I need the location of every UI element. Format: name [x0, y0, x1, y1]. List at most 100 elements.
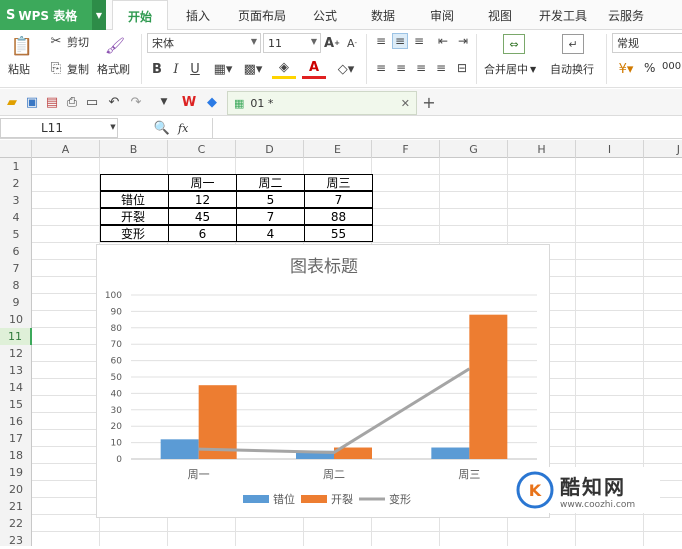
underline-icon[interactable]: U: [188, 60, 202, 78]
row-header[interactable]: 15: [0, 396, 32, 413]
merge-center-button[interactable]: 合并居中 ▼: [484, 61, 536, 77]
paste-icon[interactable]: 📋: [10, 34, 34, 58]
table-header[interactable]: 周一: [168, 174, 237, 191]
table-cell[interactable]: 45: [168, 208, 237, 225]
fill-color-icon[interactable]: ◈: [272, 59, 296, 79]
scissors-icon[interactable]: ✂: [48, 33, 64, 49]
row-header[interactable]: 13: [0, 362, 32, 379]
row-header-active[interactable]: 11: [0, 328, 32, 345]
bar-错位[interactable]: [431, 447, 470, 459]
format-painter-button[interactable]: 格式刷: [97, 61, 130, 77]
row-header[interactable]: 4: [0, 209, 32, 226]
column-header[interactable]: B: [100, 140, 168, 158]
chevron-down-icon[interactable]: ▼: [108, 122, 118, 132]
outdent-icon[interactable]: ⇤: [436, 34, 450, 48]
cut-button[interactable]: 剪切: [67, 34, 89, 50]
font-color-icon[interactable]: A: [302, 59, 326, 79]
distribute-icon[interactable]: ⊟: [454, 61, 470, 75]
row-header[interactable]: 7: [0, 260, 32, 277]
table-cell[interactable]: 7: [304, 191, 373, 208]
row-header[interactable]: 8: [0, 277, 32, 294]
document-tab[interactable]: ▦ 01 * ✕: [227, 91, 417, 115]
open-folder-icon[interactable]: ▰: [4, 94, 20, 110]
undo-icon[interactable]: ↶: [106, 94, 122, 110]
column-header[interactable]: E: [304, 140, 372, 158]
clear-format-icon[interactable]: ◇▾: [334, 60, 358, 78]
close-icon[interactable]: ✕: [401, 97, 410, 110]
tab-developer[interactable]: 开发工具: [539, 0, 587, 30]
align-center-icon[interactable]: ≡: [394, 61, 408, 75]
row-header[interactable]: 5: [0, 226, 32, 243]
column-header[interactable]: D: [236, 140, 304, 158]
bar-开裂[interactable]: [469, 314, 508, 459]
row-header[interactable]: 10: [0, 311, 32, 328]
new-tab-icon[interactable]: +: [420, 93, 438, 112]
tab-page-layout[interactable]: 页面布局: [238, 0, 286, 30]
formula-input[interactable]: [212, 118, 682, 138]
column-header[interactable]: I: [576, 140, 644, 158]
bold-icon[interactable]: B: [150, 60, 164, 78]
row-header[interactable]: 21: [0, 498, 32, 515]
table-cell[interactable]: 88: [304, 208, 373, 225]
table-cell[interactable]: 55: [304, 225, 373, 242]
wrap-text-icon[interactable]: ↵: [562, 34, 584, 54]
export-pdf-icon[interactable]: ▤: [44, 94, 60, 110]
italic-icon[interactable]: I: [169, 60, 183, 78]
row-header[interactable]: 14: [0, 379, 32, 396]
indent-icon[interactable]: ⇥: [456, 34, 470, 48]
grow-font-icon[interactable]: A +: [324, 34, 340, 52]
tab-insert[interactable]: 插入: [186, 0, 210, 30]
shrink-font-icon[interactable]: A-: [344, 34, 360, 52]
wps-cloud-icon[interactable]: W: [180, 94, 198, 110]
row-header[interactable]: 23: [0, 532, 32, 549]
currency-format-icon[interactable]: ¥▾: [614, 60, 638, 78]
select-all-corner[interactable]: [0, 140, 32, 158]
table-cell[interactable]: 7: [236, 208, 305, 225]
insert-function-button[interactable]: fx: [178, 119, 188, 137]
copy-icon[interactable]: ⎘: [48, 60, 64, 76]
chevron-down-icon[interactable]: ▼: [92, 0, 106, 30]
tab-cloud[interactable]: 云服务: [608, 0, 644, 30]
embedded-chart[interactable]: 图表标题 0 10 20 30 40 50 60 70 80 90 100 周一 周二 周三 错位 开裂 变…: [96, 244, 550, 518]
merge-center-icon[interactable]: ⇔: [503, 34, 525, 54]
qat-customize-icon[interactable]: ▼: [157, 94, 171, 110]
row-header[interactable]: 3: [0, 192, 32, 209]
align-bottom-icon[interactable]: ≡: [412, 34, 426, 48]
print-icon[interactable]: ⎙: [64, 94, 80, 110]
row-header[interactable]: 1: [0, 158, 32, 175]
align-top-icon[interactable]: ≡: [374, 34, 388, 48]
line-变形[interactable]: [198, 367, 471, 454]
align-right-icon[interactable]: ≡: [414, 61, 428, 75]
font-name-select[interactable]: 宋体 ▼: [147, 33, 261, 53]
tab-review[interactable]: 审阅: [430, 0, 454, 30]
align-left-icon[interactable]: ≡: [374, 61, 388, 75]
copy-button[interactable]: 复制: [67, 61, 89, 77]
paste-button[interactable]: 粘贴: [8, 61, 30, 77]
column-header[interactable]: G: [440, 140, 508, 158]
cube-icon[interactable]: ◆: [204, 94, 220, 110]
table-cell[interactable]: 6: [168, 225, 237, 242]
column-header[interactable]: H: [508, 140, 576, 158]
percent-button[interactable]: %: [644, 61, 655, 75]
table-row-label[interactable]: 错位: [100, 191, 169, 208]
table-cell[interactable]: 4: [236, 225, 305, 242]
column-header[interactable]: A: [32, 140, 100, 158]
border-icon[interactable]: ▦▾: [210, 60, 236, 78]
table-cell[interactable]: 5: [236, 191, 305, 208]
column-header[interactable]: C: [168, 140, 236, 158]
tab-home[interactable]: 开始: [112, 0, 168, 31]
save-icon[interactable]: ▣: [24, 94, 40, 110]
justify-icon[interactable]: ≡: [434, 61, 448, 75]
chart-title[interactable]: 图表标题: [290, 257, 358, 277]
comma-style-button[interactable]: 000: [662, 61, 681, 72]
row-header[interactable]: 2: [0, 175, 32, 192]
row-header[interactable]: 18: [0, 447, 32, 464]
column-header[interactable]: F: [372, 140, 440, 158]
fill-pattern-icon[interactable]: ▩▾: [240, 60, 266, 78]
format-painter-icon[interactable]: 🖌: [104, 34, 126, 56]
redo-icon[interactable]: ↷: [128, 94, 144, 110]
zoom-icon[interactable]: 🔍: [154, 119, 170, 137]
bar-错位[interactable]: [160, 439, 199, 459]
row-header[interactable]: 16: [0, 413, 32, 430]
wrap-text-button[interactable]: 自动换行: [550, 61, 594, 77]
